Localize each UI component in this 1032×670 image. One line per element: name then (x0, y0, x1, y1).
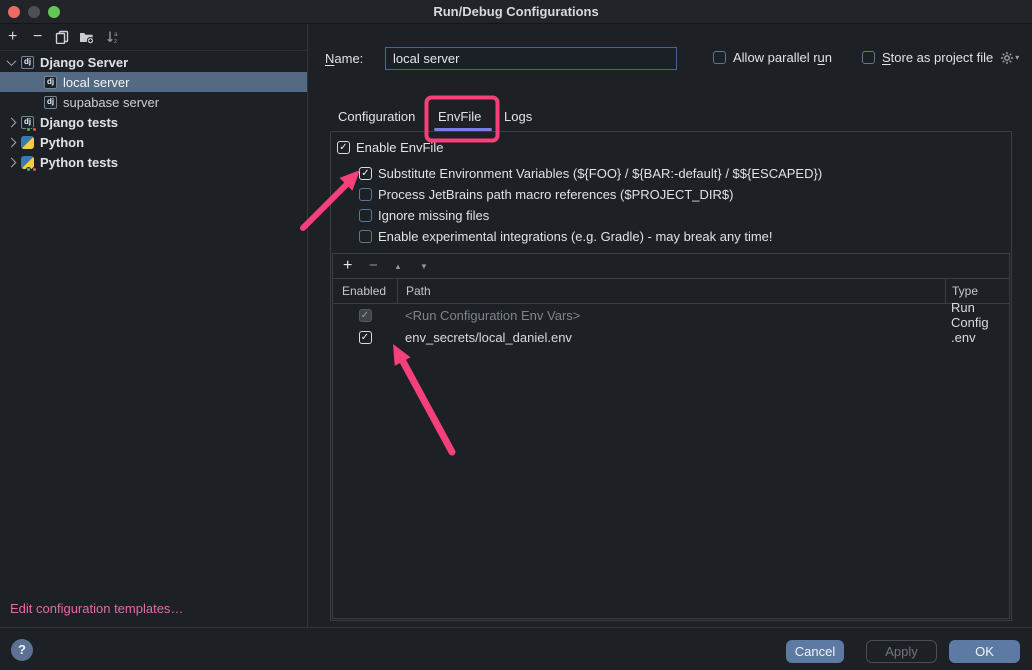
enable-experimental-integrations-option[interactable]: Enable experimental integrations (e.g. G… (359, 229, 773, 244)
allow-parallel-run-option[interactable]: Allow parallel run (713, 50, 832, 65)
svg-text:a: a (114, 31, 118, 38)
chevron-right-icon[interactable] (7, 137, 17, 147)
tree-item-label: Django Server (40, 55, 128, 70)
move-up-icon[interactable]: ▲ (394, 255, 402, 279)
tree-item-django-server[interactable]: dj Django Server (0, 52, 307, 72)
add-configuration-icon[interactable]: + (8, 24, 17, 50)
env-file-row[interactable]: ✓ env_secrets/local_daniel.env.env (333, 326, 1009, 348)
substitute-environment-variables-label: Substitute Environment Variables (${FOO}… (378, 166, 822, 181)
ignore-missing-files-checkbox[interactable] (359, 209, 372, 222)
tab-envfile[interactable]: EnvFile (438, 103, 481, 131)
substitute-environment-variables-option[interactable]: ✓ Substitute Environment Variables (${FOO… (359, 166, 822, 181)
move-down-icon[interactable]: ▼ (420, 255, 428, 279)
chevron-down-icon[interactable] (7, 56, 17, 66)
tab-configuration[interactable]: Configuration (338, 103, 415, 131)
env-row-type: Run Config (945, 300, 1009, 330)
edit-configuration-templates-link[interactable]: Edit configuration templates… (10, 601, 183, 616)
remove-env-file-icon[interactable]: − (369, 254, 378, 278)
enable-envfile-checkbox[interactable]: ✓ (337, 141, 350, 154)
sidebar: + − az djDjango Serverdjlocal serverdjsu… (0, 24, 308, 628)
tree-item-label: supabase server (63, 95, 159, 110)
env-row-enabled-checkbox: ✓ (359, 309, 372, 322)
sidebar-toolbar: + − az (0, 24, 307, 51)
process-jetbrains-path-macros-checkbox[interactable] (359, 188, 372, 201)
tab-logs[interactable]: Logs (504, 103, 532, 131)
gear-icon[interactable] (1000, 51, 1014, 65)
env-file-row[interactable]: ✓<Run Configuration Env Vars>Run Config (333, 304, 1009, 326)
column-header-enabled[interactable]: Enabled (333, 284, 397, 298)
store-as-project-file-option[interactable]: Store as project file ▾ (862, 50, 1019, 65)
zoom-window-button[interactable] (48, 6, 60, 18)
env-row-path: env_secrets/local_daniel.env (397, 330, 945, 345)
ignore-missing-files-label: Ignore missing files (378, 208, 489, 223)
tree-item-python-tests[interactable]: Python tests (0, 152, 307, 172)
copy-configuration-icon[interactable] (55, 30, 69, 44)
tree-item-label: Python (40, 135, 84, 150)
allow-parallel-run-checkbox[interactable] (713, 51, 726, 64)
name-input[interactable] (385, 47, 677, 70)
enable-experimental-integrations-checkbox[interactable] (359, 230, 372, 243)
column-header-path[interactable]: Path (397, 279, 945, 303)
tree-item-django-tests[interactable]: dj Django tests (0, 112, 307, 132)
tree-item-supabase-server[interactable]: dj supabase server (0, 92, 307, 112)
tree-item-local-server[interactable]: dj local server (0, 72, 307, 92)
django-icon: dj (44, 76, 57, 89)
process-jetbrains-path-macros-option[interactable]: Process JetBrains path macro references … (359, 187, 733, 202)
tree-item-label: Python tests (40, 155, 118, 170)
django-icon: dj (44, 96, 57, 109)
enable-envfile-option[interactable]: ✓ Enable EnvFile (337, 140, 443, 155)
ignore-missing-files-option[interactable]: Ignore missing files (359, 208, 489, 223)
env-files-table: + − ▲ ▼ Enabled Path Type ✓ <Run Configur… (332, 253, 1010, 619)
python-icon (21, 136, 34, 149)
dialog-footer: ? Cancel Apply OK (0, 627, 1032, 670)
store-as-project-file-checkbox[interactable] (862, 51, 875, 64)
env-row-type: .env (945, 330, 1009, 345)
substitute-environment-variables-checkbox[interactable]: ✓ (359, 167, 372, 180)
sort-alphabetically-icon[interactable]: az (106, 30, 121, 44)
tree-item-label: Django tests (40, 115, 118, 130)
cancel-button[interactable]: Cancel (786, 640, 844, 663)
ok-button[interactable]: OK (949, 640, 1020, 663)
enable-envfile-label: Enable EnvFile (356, 140, 443, 155)
django-test-icon: dj (21, 116, 34, 129)
env-table-header: Enabled Path Type (333, 279, 1009, 304)
process-jetbrains-path-macros-label: Process JetBrains path macro references … (378, 187, 733, 202)
env-row-enabled-checkbox[interactable]: ✓ (359, 331, 372, 344)
svg-text:z: z (114, 38, 117, 44)
new-folder-icon[interactable] (79, 30, 94, 44)
close-window-button[interactable] (8, 6, 20, 18)
tree-item-label: local server (63, 75, 129, 90)
window-title: Run/Debug Configurations (0, 0, 1032, 23)
help-button[interactable]: ? (11, 639, 33, 661)
gear-caret-icon[interactable]: ▾ (1015, 53, 1019, 62)
env-table-toolbar: + − ▲ ▼ (333, 254, 1009, 279)
store-as-project-file-label: Store as project file (882, 50, 993, 65)
enable-experimental-integrations-label: Enable experimental integrations (e.g. G… (378, 229, 773, 244)
title-bar: Run/Debug Configurations (0, 0, 1032, 24)
django-icon: dj (21, 56, 34, 69)
name-label: Name: (325, 51, 363, 66)
chevron-right-icon[interactable] (7, 157, 17, 167)
apply-button[interactable]: Apply (866, 640, 937, 663)
add-env-file-icon[interactable]: + (343, 254, 352, 278)
python-test-icon (21, 156, 34, 169)
tree-item-python[interactable]: Python (0, 132, 307, 152)
chevron-right-icon[interactable] (7, 117, 17, 127)
env-row-path: <Run Configuration Env Vars> (397, 308, 945, 323)
remove-configuration-icon[interactable]: − (33, 24, 42, 50)
allow-parallel-run-label: Allow parallel run (733, 50, 832, 65)
minimize-window-button[interactable] (28, 6, 40, 18)
